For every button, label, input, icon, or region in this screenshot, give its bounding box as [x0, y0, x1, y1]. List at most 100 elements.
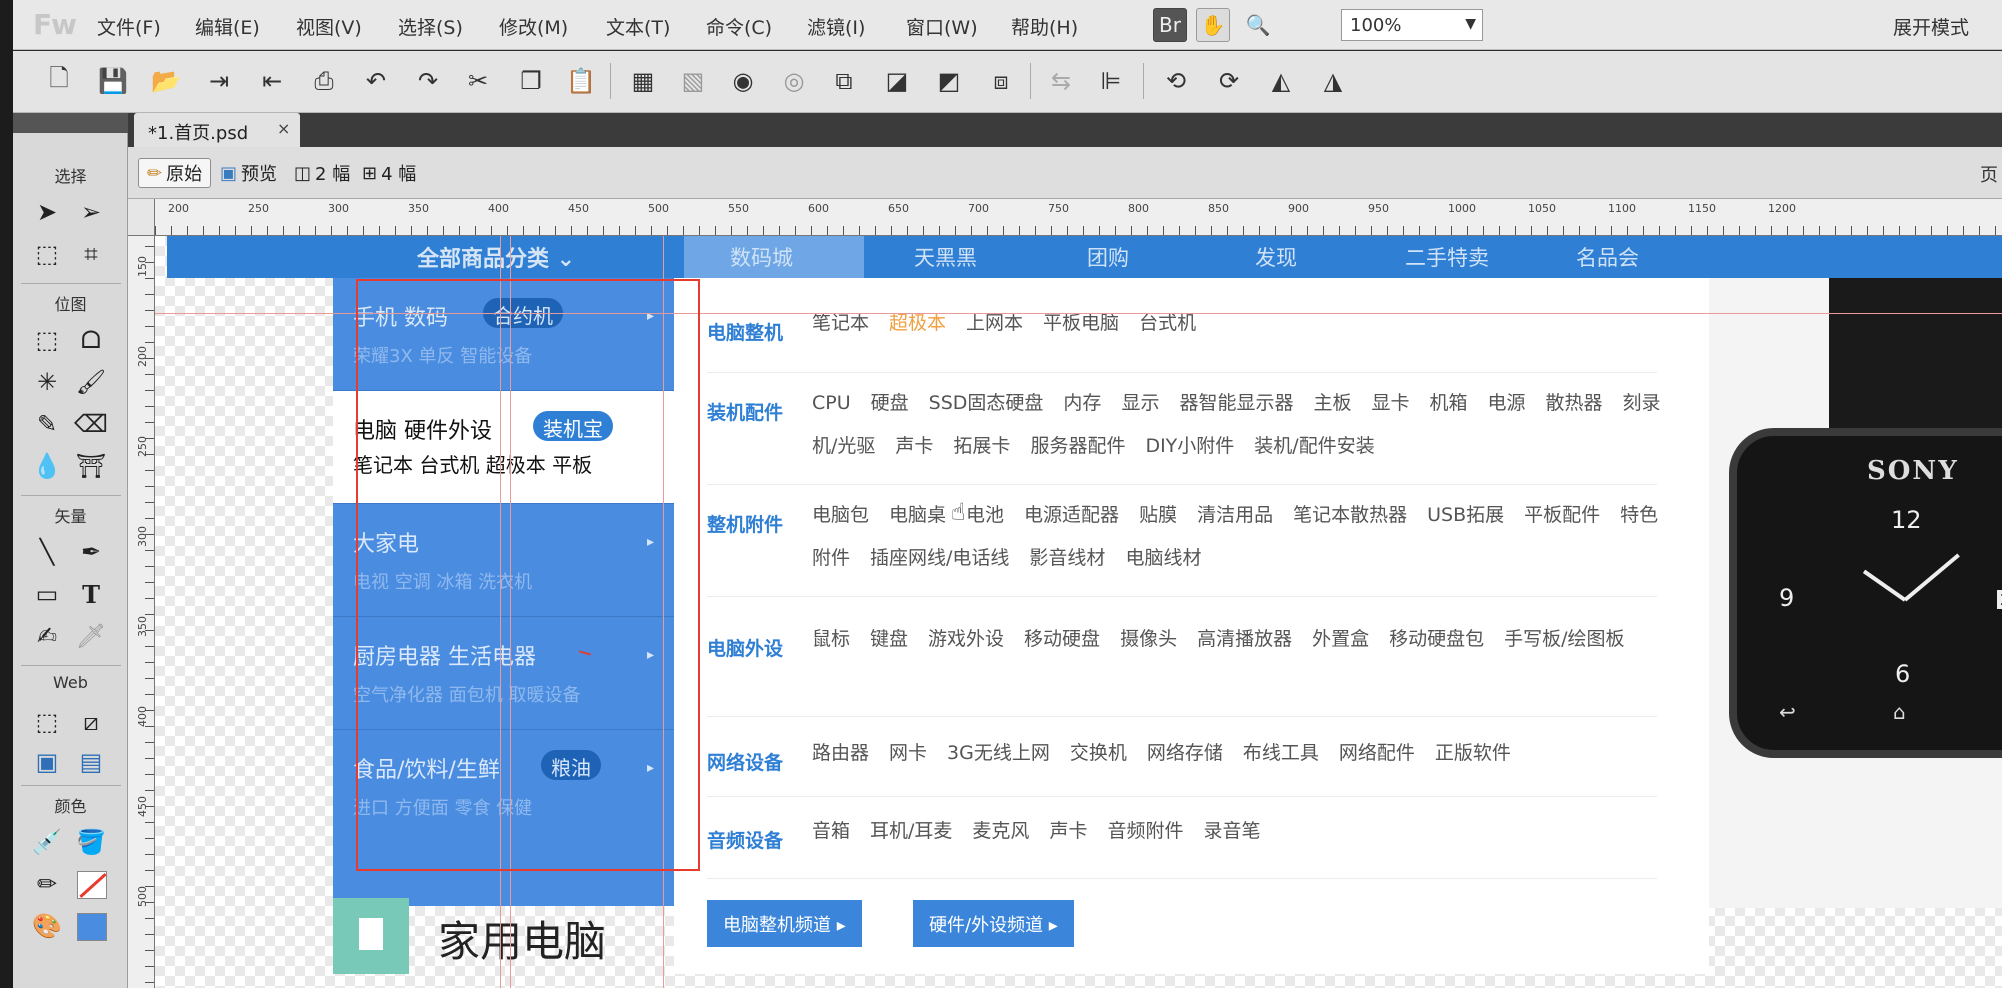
rectangle-icon[interactable]: ▭: [29, 577, 65, 611]
row-label[interactable]: 装机配件: [707, 398, 783, 425]
menu-view[interactable]: 视图(V): [296, 13, 362, 40]
import-icon[interactable]: ⇥: [201, 63, 237, 99]
fill-color-icon[interactable]: 🎨: [29, 909, 65, 943]
view-4up-button[interactable]: ⊞ 4 幅: [354, 158, 424, 188]
menu-link[interactable]: 录音笔: [1203, 820, 1260, 842]
rubber-stamp-icon[interactable]: ⛩: [73, 449, 109, 483]
menu-link[interactable]: 影音线材: [1029, 547, 1105, 569]
menu-link[interactable]: 电源适配器: [1024, 504, 1119, 526]
bring-forward-icon[interactable]: ◪: [879, 63, 915, 99]
menu-link[interactable]: 键盘: [870, 628, 908, 650]
menu-link[interactable]: 电脑线材: [1125, 547, 1201, 569]
menu-link[interactable]: 上网本: [966, 312, 1023, 334]
row-label[interactable]: 电脑外设: [707, 634, 783, 661]
menu-link[interactable]: 内存: [1063, 392, 1101, 414]
view-preview-button[interactable]: ▣ 预览: [212, 158, 285, 188]
menu-link[interactable]: 声卡: [1049, 820, 1087, 842]
brush-icon[interactable]: 🖌: [73, 365, 109, 399]
menu-link[interactable]: 硬盘: [871, 392, 909, 414]
tools-panel-header[interactable]: [13, 113, 128, 133]
pointer-icon[interactable]: ➤: [29, 195, 65, 229]
export-icon[interactable]: ⇤: [254, 63, 290, 99]
menu-link[interactable]: 笔记本散热器: [1293, 504, 1407, 526]
menu-link[interactable]: 音箱: [812, 820, 850, 842]
paste-icon[interactable]: 📋: [563, 63, 599, 99]
subselect-icon[interactable]: ➢: [73, 195, 109, 229]
menu-text[interactable]: 文本(T): [606, 13, 670, 40]
menu-window[interactable]: 窗口(W): [906, 13, 978, 40]
nav-link-discover[interactable]: 发现: [1255, 236, 1297, 278]
menu-link[interactable]: 游戏外设: [928, 628, 1004, 650]
menu-link[interactable]: 显卡: [1371, 392, 1409, 414]
blur-icon[interactable]: 💧: [29, 449, 65, 483]
send-to-back-icon[interactable]: ⧈: [983, 63, 1019, 99]
new-file-icon[interactable]: 🗋: [41, 63, 77, 99]
menu-link[interactable]: 电脑桌: [889, 504, 946, 526]
menu-filters[interactable]: 滤镜(I): [807, 13, 865, 40]
menu-modify[interactable]: 修改(M): [499, 13, 568, 40]
paint-bucket-icon[interactable]: 🪣: [73, 825, 109, 859]
menu-link[interactable]: SSD固态硬盘: [929, 392, 1044, 414]
menu-link[interactable]: 平板电脑: [1043, 312, 1119, 334]
print-icon[interactable]: ⎙: [306, 63, 342, 99]
document-canvas[interactable]: 全部商品分类 ⌄ 数码城 天黑黑 团购 发现 二手特卖 名品会 手机 数码 合约…: [155, 236, 2002, 988]
lasso-icon[interactable]: ᗝ: [73, 323, 109, 357]
stroke-swatch[interactable]: [77, 871, 107, 899]
menu-link[interactable]: 正版软件: [1435, 742, 1511, 764]
hotspot-icon[interactable]: ⬚: [29, 705, 65, 739]
menu-link[interactable]: 台式机: [1139, 312, 1196, 334]
menu-link[interactable]: 外置盒: [1312, 628, 1369, 650]
menu-link[interactable]: 手写板/绘图板: [1504, 628, 1624, 650]
row-label[interactable]: 网络设备: [707, 748, 783, 775]
distribute-icon[interactable]: ⇆: [1043, 63, 1079, 99]
magic-wand-icon[interactable]: ✳: [29, 365, 65, 399]
text-tool-icon[interactable]: T: [73, 577, 109, 611]
flip-horizontal-icon[interactable]: ◭: [1263, 63, 1299, 99]
undo-icon[interactable]: ↶: [358, 63, 394, 99]
scale-icon[interactable]: ⬚: [29, 237, 65, 271]
knife-icon[interactable]: 🗡: [73, 619, 109, 653]
menu-link[interactable]: 电源: [1488, 392, 1526, 414]
nav-link-tianheihei[interactable]: 天黑黑: [914, 236, 977, 278]
pen-icon[interactable]: ✒: [73, 535, 109, 569]
fill-swatch[interactable]: [77, 913, 107, 941]
menu-edit[interactable]: 编辑(E): [195, 13, 260, 40]
stroke-color-icon[interactable]: ✏: [29, 867, 65, 901]
menu-select[interactable]: 选择(S): [398, 13, 463, 40]
menu-link[interactable]: 机箱: [1430, 392, 1468, 414]
page-label[interactable]: 页: [1980, 161, 1998, 187]
expand-mode-button[interactable]: 展开模式: [1893, 13, 1969, 40]
menu-link[interactable]: 贴膜: [1139, 504, 1177, 526]
menu-link[interactable]: 装机/配件安装: [1254, 435, 1374, 457]
menu-link[interactable]: 交换机: [1070, 742, 1127, 764]
nav-all-categories[interactable]: 全部商品分类 ⌄: [417, 236, 575, 278]
ruler-corner[interactable]: [128, 199, 155, 236]
menu-link[interactable]: 声卡: [895, 435, 933, 457]
line-icon[interactable]: ╲: [29, 535, 65, 569]
menu-link[interactable]: 移动硬盘: [1024, 628, 1100, 650]
redo-icon[interactable]: ↷: [410, 63, 446, 99]
view-2up-button[interactable]: ◫ 2 幅: [286, 158, 358, 188]
menu-file[interactable]: 文件(F): [97, 13, 161, 40]
menu-link[interactable]: 散热器: [1546, 392, 1603, 414]
ungroup-icon[interactable]: ▧: [675, 63, 711, 99]
bring-to-front-icon[interactable]: ⧉: [826, 63, 862, 99]
join-icon[interactable]: ◉: [725, 63, 761, 99]
row-label[interactable]: 整机附件: [707, 510, 783, 537]
copy-icon[interactable]: ❐: [513, 63, 549, 99]
hand-tool-icon[interactable]: ✋: [1196, 8, 1230, 42]
menu-link[interactable]: 笔记本: [812, 312, 869, 334]
menu-link[interactable]: 显示: [1121, 392, 1159, 414]
crop-icon[interactable]: ⌗: [73, 237, 109, 271]
save-icon[interactable]: 💾: [95, 63, 131, 99]
menu-link[interactable]: 路由器: [812, 742, 869, 764]
menu-help[interactable]: 帮助(H): [1011, 13, 1078, 40]
menu-link[interactable]: 电脑包: [812, 504, 869, 526]
menu-link[interactable]: 耳机/耳麦: [870, 820, 952, 842]
flip-vertical-icon[interactable]: ◮: [1315, 63, 1351, 99]
menu-link[interactable]: 移动硬盘包: [1389, 628, 1484, 650]
channel-button-hardware[interactable]: 硬件/外设频道 ▸: [913, 900, 1074, 947]
cut-icon[interactable]: ✂: [460, 63, 496, 99]
zoom-icon[interactable]: 🔍: [1241, 8, 1275, 42]
menu-link[interactable]: 网络配件: [1339, 742, 1415, 764]
